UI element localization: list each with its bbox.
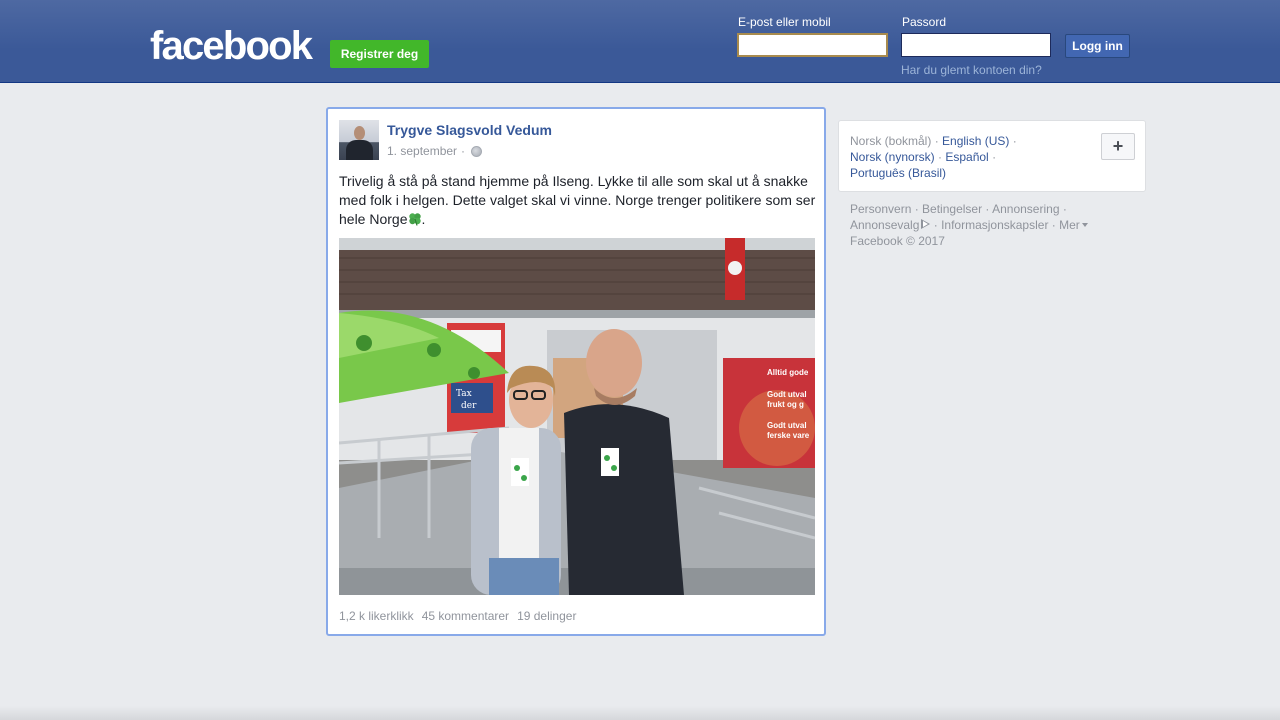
copyright: Facebook © 2017 (850, 234, 945, 248)
top-bar: facebook Registrer deg E-post eller mobi… (0, 0, 1280, 83)
password-label: Passord (902, 15, 947, 29)
language-portugues-brasil[interactable]: Português (Brasil) (850, 166, 946, 180)
language-espanol[interactable]: Español (945, 150, 988, 164)
language-current: Norsk (bokmål) (850, 134, 932, 148)
caret-down-icon (1081, 223, 1088, 227)
post-photo[interactable]: Tax der Alltid gode Godt utval frukt og … (339, 238, 815, 595)
photo-sign-7: ferske vare (767, 431, 810, 440)
post-author[interactable]: Trygve Slagsvold Vedum (387, 122, 552, 138)
meta-separator: · (461, 144, 466, 158)
post-text-end: . (421, 211, 426, 227)
more-languages-button[interactable]: + (1101, 133, 1135, 160)
post-stats: 1,2 k likerklikk 45 kommentarer 19 delin… (339, 609, 576, 623)
footer-link-informasjonskapsler[interactable]: Informasjonskapsler (941, 218, 1048, 232)
photo-sign-3: Alltid gode (767, 368, 809, 377)
facebook-logo[interactable]: facebook (150, 26, 313, 66)
register-button[interactable]: Registrer deg (330, 40, 429, 68)
adchoices-icon (921, 219, 931, 229)
footer-link-personvern[interactable]: Personvern (850, 202, 911, 216)
forgot-account-link[interactable]: Har du glemt kontoen din? (901, 63, 1042, 77)
footer-link-annonsevalg[interactable]: Annonsevalg (850, 218, 919, 232)
footer-links: Personvern · Betingelser · Annonsering ·… (850, 201, 1140, 249)
photo-sign-6: Godt utval (767, 421, 807, 430)
bottom-shadow (0, 706, 1280, 720)
post-card: Trygve Slagsvold Vedum 1. september · Tr… (326, 107, 826, 636)
photo-illustration: Tax der Alltid gode Godt utval frukt og … (339, 238, 815, 595)
avatar[interactable] (339, 120, 379, 160)
password-field[interactable] (901, 33, 1051, 57)
language-norsk-nynorsk[interactable]: Norsk (nynorsk) (850, 150, 935, 164)
post-text: Trivelig å stå på stand hjemme på Ilseng… (339, 172, 817, 229)
shares-count[interactable]: 19 delinger (517, 609, 576, 623)
language-box: Norsk (bokmål) · English (US) · Norsk (n… (838, 120, 1146, 192)
footer-link-mer[interactable]: Mer (1059, 218, 1080, 232)
four-leaf-clover-icon (408, 213, 421, 226)
language-list: Norsk (bokmål) · English (US) · Norsk (n… (850, 134, 1017, 180)
email-label: E-post eller mobil (738, 15, 831, 29)
language-english-us[interactable]: English (US) (942, 134, 1009, 148)
post-meta: 1. september · (387, 144, 483, 158)
footer-link-betingelser[interactable]: Betingelser (922, 202, 982, 216)
globe-icon (471, 145, 483, 157)
email-field[interactable] (737, 33, 888, 57)
photo-sign-2: der (461, 401, 477, 411)
post-date[interactable]: 1. september (387, 144, 457, 158)
comments-count[interactable]: 45 kommentarer (422, 609, 509, 623)
login-button[interactable]: Logg inn (1065, 34, 1130, 58)
photo-sign-1: Tax (456, 389, 472, 399)
photo-sign-5: frukt og g (767, 400, 804, 409)
likes-count[interactable]: 1,2 k likerklikk (339, 609, 414, 623)
photo-sign-4: Godt utval (767, 390, 807, 399)
footer-link-annonsering[interactable]: Annonsering (992, 202, 1059, 216)
